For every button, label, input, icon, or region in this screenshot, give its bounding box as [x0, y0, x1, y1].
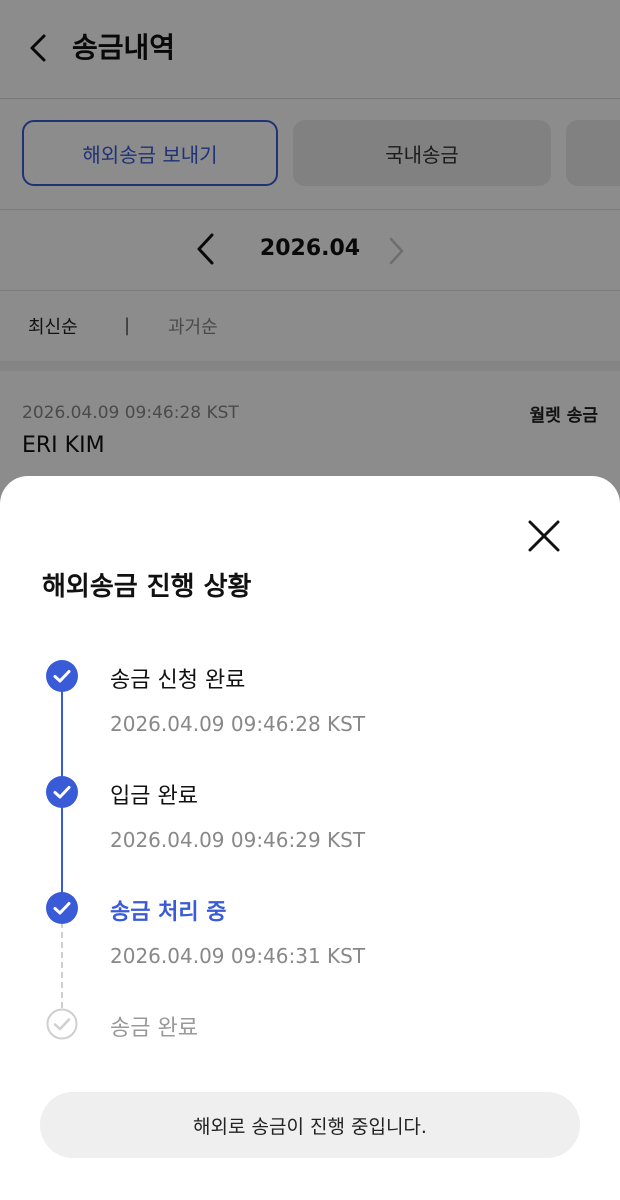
progress-notice: 해외로 송금이 진행 중입니다.: [40, 1092, 580, 1158]
progress-line-done: [61, 806, 63, 906]
progress-line-done: [61, 690, 63, 790]
step-label-current: 송금 처리 중: [110, 900, 227, 925]
step-time: 2026.04.09 09:46:31 KST: [110, 944, 366, 968]
check-circle-icon: [46, 892, 78, 924]
pending-check-icon: [46, 1008, 78, 1040]
step-time: 2026.04.09 09:46:29 KST: [110, 828, 366, 852]
progress-steps: 송금 신청 완료 2026.04.09 09:46:28 KST 입금 완료 2…: [0, 476, 620, 1076]
check-circle-icon: [46, 660, 78, 692]
step-label: 송금 신청 완료: [110, 668, 246, 693]
progress-bottom-sheet: 해외송금 진행 상황 송금 신청 완료 2026.04.09 09:46:28 …: [0, 476, 620, 1200]
step-time: 2026.04.09 09:46:28 KST: [110, 712, 366, 736]
progress-line-pending: [61, 922, 63, 1008]
check-circle-icon: [46, 776, 78, 808]
step-label-pending: 송금 완료: [110, 1016, 198, 1041]
step-label: 입금 완료: [110, 784, 198, 809]
